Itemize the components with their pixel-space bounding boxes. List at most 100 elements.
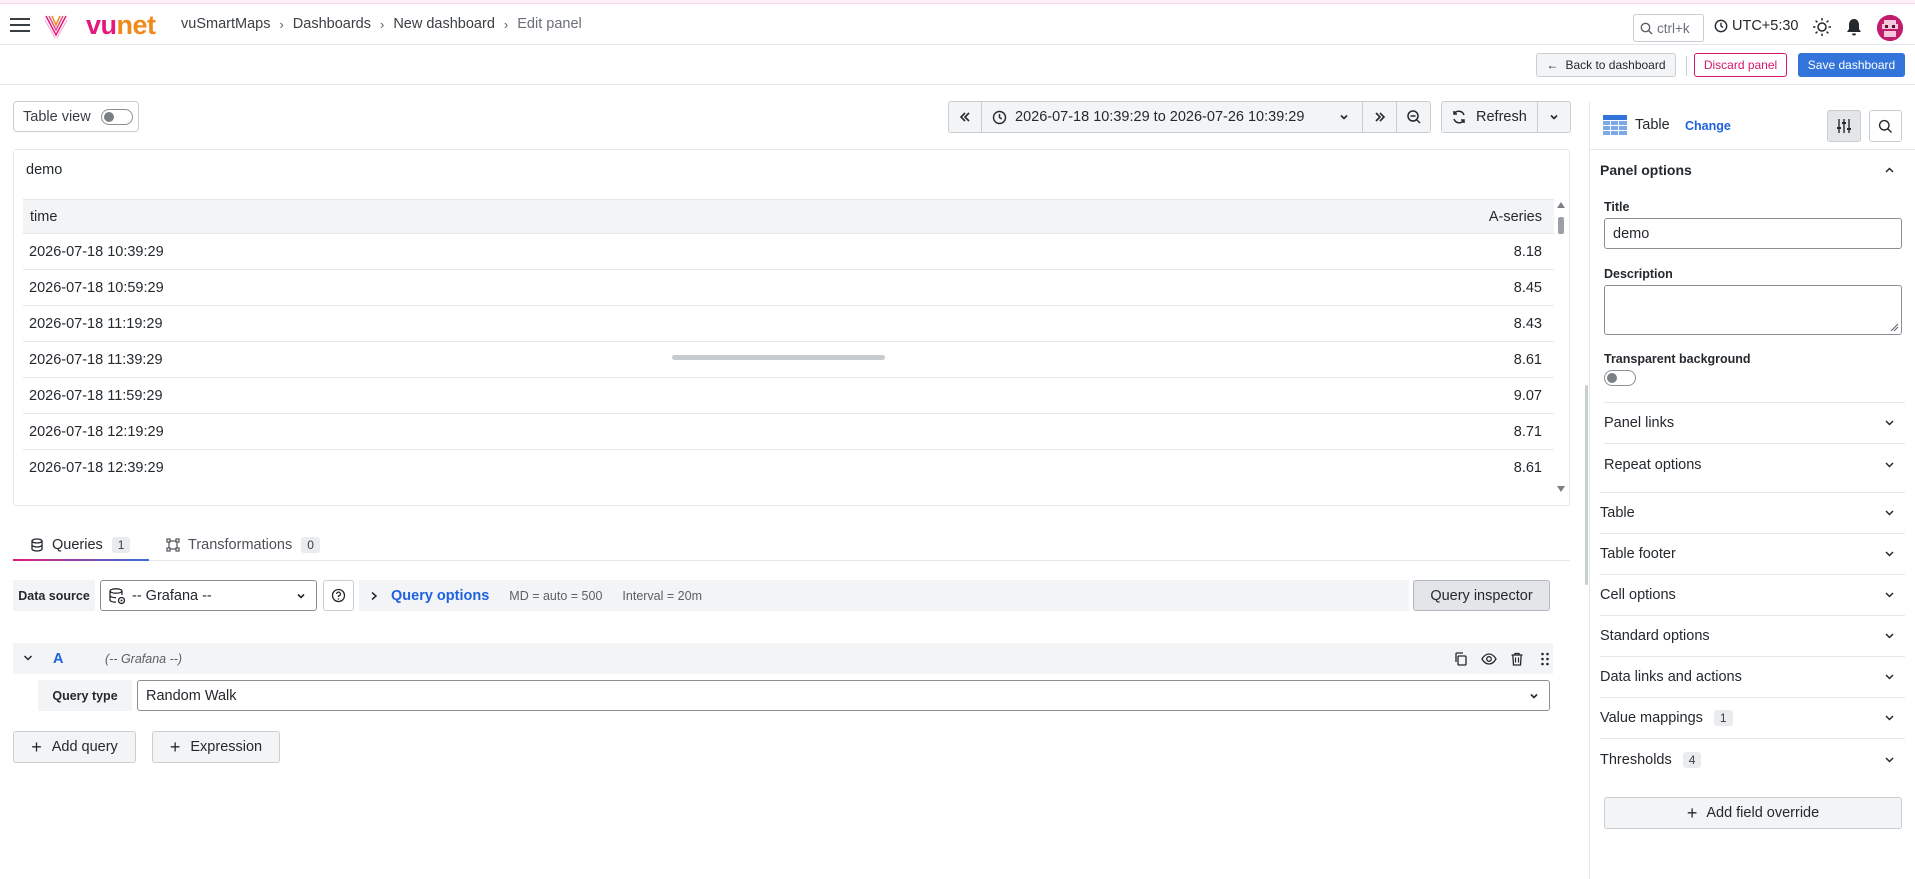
change-visualization-link[interactable]: Change [1685, 119, 1731, 133]
chevron-down-icon [1885, 592, 1894, 598]
transparent-background-switch[interactable] [1604, 370, 1636, 386]
breadcrumb-separator-icon: › [379, 16, 385, 32]
menu-icon[interactable] [8, 14, 32, 36]
breadcrumb-separator-icon: › [503, 16, 509, 32]
notification-bell-icon[interactable] [1844, 17, 1864, 37]
search-icon [1878, 119, 1892, 133]
chevron-down-icon [1885, 756, 1894, 763]
section-repeat-options[interactable]: Repeat options [1604, 444, 1905, 485]
timezone-display[interactable]: UTC+5:30 [1714, 18, 1799, 34]
search-button[interactable]: ctrl+k [1633, 14, 1704, 42]
table-row: 2026-07-18 11:59:29 9.07 [23, 378, 1554, 414]
tab-transformations[interactable]: Transformations 0 [166, 528, 320, 561]
section-data-links-and-actions[interactable]: Data links and actions [1600, 657, 1905, 698]
cell-value: 9.07 [1513, 387, 1542, 404]
cell-time: 2026-07-18 11:19:29 [29, 315, 163, 332]
chevron-down-icon [1530, 693, 1538, 699]
theme-toggle-sun-icon[interactable] [1812, 17, 1832, 37]
scroll-up-arrow-icon[interactable] [1557, 201, 1565, 208]
breadcrumb-vusmartmaps[interactable]: vuSmartMaps [181, 16, 270, 32]
brand-wordmark[interactable]: vunet [86, 10, 156, 40]
user-avatar[interactable] [1877, 15, 1903, 41]
data-source-value: -- Grafana -- [132, 587, 212, 604]
section-panel-options[interactable]: Panel options [1600, 150, 1905, 190]
query-name[interactable]: A [53, 651, 63, 667]
add-query-button[interactable]: + Add query [13, 731, 136, 763]
hide-query-eye-icon[interactable] [1481, 651, 1497, 667]
table-view-toggle[interactable]: Table view [13, 101, 139, 132]
refresh-interval-dropdown[interactable] [1538, 101, 1571, 133]
section-table[interactable]: Table [1600, 493, 1905, 534]
duplicate-query-icon[interactable] [1453, 651, 1469, 667]
delete-query-trash-icon[interactable] [1509, 651, 1525, 667]
section-thresholds[interactable]: Thresholds 4 [1600, 739, 1905, 780]
table-view-switch[interactable] [100, 108, 133, 125]
search-icon [1640, 22, 1653, 34]
breadcrumb-dashboards[interactable]: Dashboards [293, 16, 371, 32]
add-field-override-button[interactable]: + Add field override [1604, 797, 1902, 829]
chevron-down-icon [1550, 114, 1558, 120]
column-header-a-series[interactable]: A-series [1489, 209, 1542, 225]
tab-queries[interactable]: Queries 1 [30, 528, 131, 561]
scroll-down-arrow-icon[interactable] [1557, 486, 1565, 493]
title-field-label: Title [1604, 200, 1630, 214]
chevron-down-icon [1885, 674, 1894, 680]
time-range-picker[interactable]: 2026-07-18 10:39:29 to 2026-07-26 10:39:… [982, 101, 1363, 133]
query-inspector-button[interactable]: Query inspector [1413, 580, 1550, 611]
scrollbar-thumb[interactable] [1558, 217, 1564, 234]
options-pane-splitter[interactable] [1585, 385, 1588, 585]
edit-panel-action-bar: ← Back to dashboard Discard panel Save d… [0, 46, 1915, 85]
table-vertical-scrollbar[interactable] [1555, 199, 1567, 493]
cell-time: 2026-07-18 12:19:29 [29, 423, 164, 440]
section-table-footer[interactable]: Table footer [1600, 534, 1905, 575]
cell-time: 2026-07-18 11:59:29 [29, 387, 163, 404]
resize-grip-icon[interactable] [1890, 323, 1899, 332]
back-to-dashboard-button[interactable]: ← Back to dashboard [1536, 53, 1676, 77]
add-expression-button[interactable]: + Expression [152, 731, 280, 763]
table-row: 2026-07-18 12:19:29 8.71 [23, 414, 1554, 450]
query-options-label[interactable]: Query options [391, 588, 489, 604]
section-value-mappings[interactable]: Value mappings 1 [1600, 698, 1905, 739]
panel-resize-handle[interactable] [672, 355, 885, 360]
column-header-time[interactable]: time [30, 209, 57, 225]
panel-options-pane: Table Change Panel options Title Descrip… [1590, 102, 1915, 879]
tab-transformations-label: Transformations [188, 536, 293, 553]
brand-logo-icon[interactable] [44, 13, 68, 39]
query-tabs: Queries 1 Transformations 0 [13, 528, 1570, 561]
query-type-select[interactable]: Random Walk [137, 680, 1550, 711]
tab-transformations-count: 0 [301, 536, 320, 553]
save-dashboard-button[interactable]: Save dashboard [1798, 53, 1905, 77]
collapse-chevron-icon[interactable] [23, 653, 33, 663]
tab-queries-count: 1 [111, 536, 131, 553]
chevron-down-icon [1885, 715, 1894, 721]
panel-title-input[interactable] [1604, 218, 1902, 249]
cell-value: 8.43 [1513, 315, 1542, 332]
options-search-button[interactable] [1869, 110, 1902, 142]
panel-description-textarea[interactable] [1604, 285, 1902, 335]
discard-panel-button[interactable]: Discard panel [1694, 53, 1787, 77]
time-shift-forward-button[interactable] [1363, 101, 1397, 133]
section-panel-links[interactable]: Panel links [1604, 403, 1905, 444]
chevron-down-icon [1340, 114, 1348, 120]
section-standard-options[interactable]: Standard options [1600, 616, 1905, 657]
data-source-select[interactable]: -- Grafana -- [100, 580, 317, 611]
section-cell-options[interactable]: Cell options [1600, 575, 1905, 616]
cell-time: 2026-07-18 12:39:29 [29, 459, 164, 476]
refresh-button[interactable]: Refresh [1441, 101, 1538, 133]
options-filter-button[interactable] [1827, 110, 1861, 142]
double-chevron-left-icon [959, 112, 970, 122]
timezone-label: UTC+5:30 [1732, 18, 1799, 34]
grafana-datasource-icon [109, 587, 126, 604]
query-options-bar[interactable]: Query options MD = auto = 500 Interval =… [359, 580, 1409, 611]
panel-title: demo [26, 162, 63, 178]
drag-handle-icon[interactable] [1537, 651, 1553, 667]
query-datasource-hint: (-- Grafana --) [105, 651, 183, 666]
chevron-down-icon [1885, 420, 1894, 426]
chevron-down-icon [1885, 510, 1894, 516]
cell-time: 2026-07-18 10:59:29 [29, 279, 164, 296]
time-shift-back-button[interactable] [948, 101, 982, 133]
clock-icon [992, 110, 1007, 124]
breadcrumb-new-dashboard[interactable]: New dashboard [393, 16, 495, 32]
zoom-out-button[interactable] [1397, 101, 1431, 133]
data-source-help-button[interactable] [323, 580, 354, 611]
